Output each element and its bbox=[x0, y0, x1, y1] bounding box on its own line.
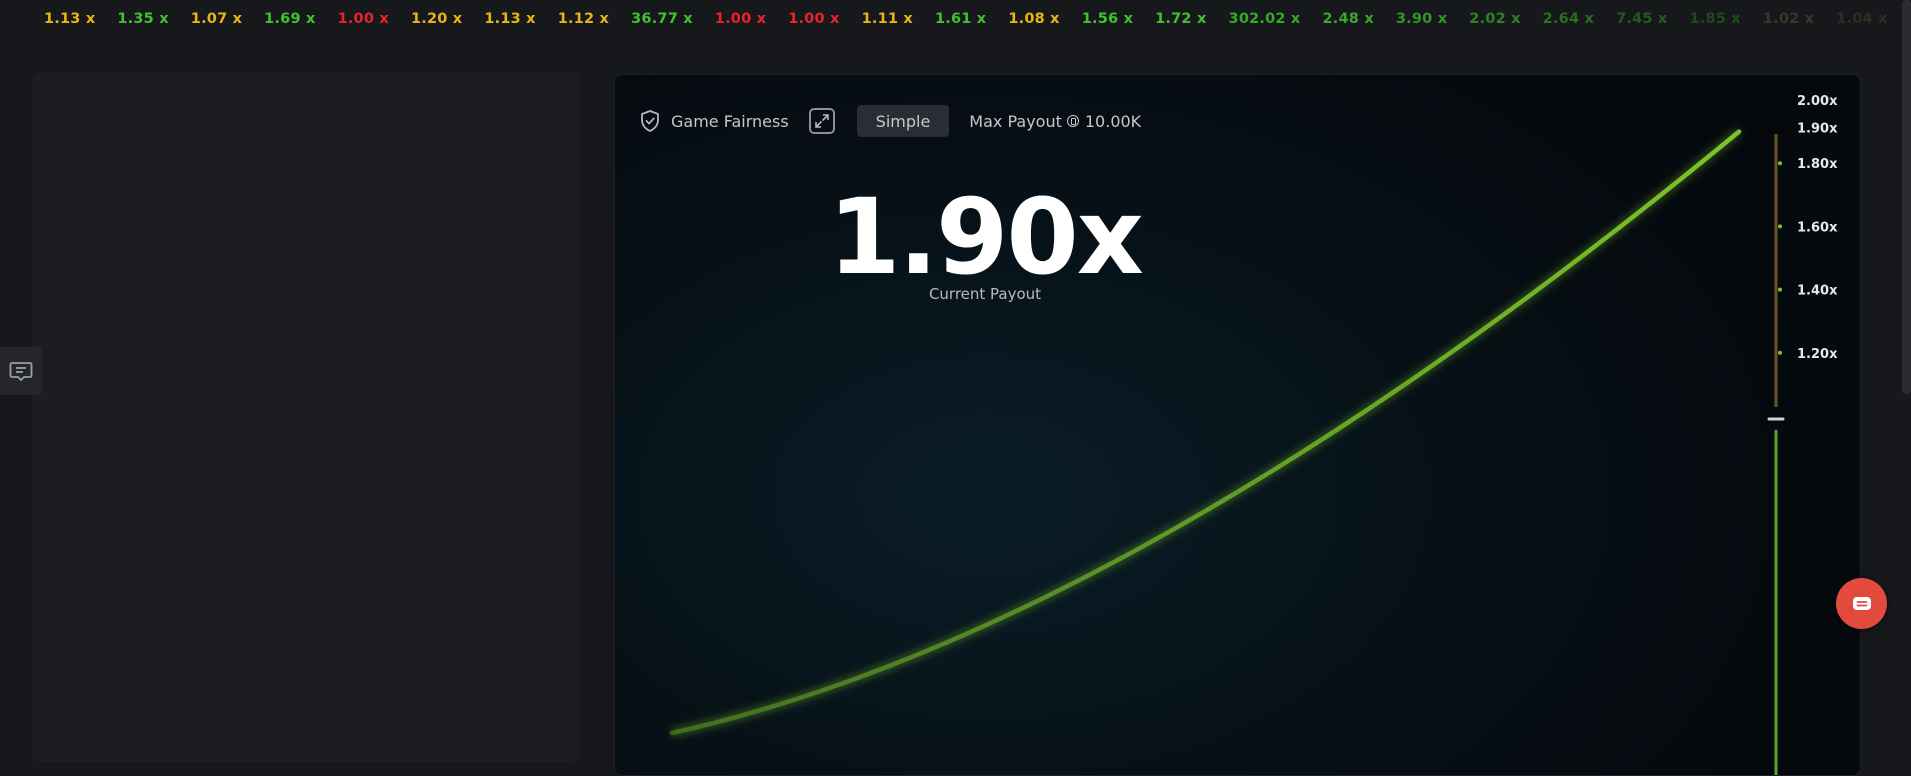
history-multiplier: 1.72 x bbox=[1155, 11, 1207, 27]
axis-tick-label: 1.80x bbox=[1797, 157, 1838, 172]
game-toolbar: Game Fairness Simple Max Payout 10.00K bbox=[639, 105, 1141, 137]
history-multiplier: 2.64 x bbox=[1542, 11, 1595, 27]
history-multiplier: 1.00 x bbox=[788, 11, 840, 27]
chat-toggle-button[interactable] bbox=[0, 347, 42, 395]
game-fairness-button[interactable]: Game Fairness bbox=[639, 109, 789, 133]
history-multiplier: 1.56 x bbox=[1081, 11, 1134, 27]
max-payout: Max Payout 10.00K bbox=[969, 112, 1141, 131]
axis-tick bbox=[1778, 224, 1782, 229]
multiplier-history-bar: 1.13 x 1.35 x 1.07 x 1.69 x 1.00 x 1.20 x 1.13… bbox=[0, 0, 1911, 38]
history-multiplier: 36.77 x bbox=[631, 11, 693, 27]
bet-panel bbox=[32, 72, 580, 762]
shield-check-icon bbox=[641, 110, 659, 132]
expand-arrows-icon bbox=[814, 114, 829, 128]
axis-tick-label: 1.40x bbox=[1797, 284, 1838, 299]
history-multiplier: 1.11 x bbox=[861, 11, 913, 27]
axis-tick bbox=[1778, 287, 1782, 292]
history-multiplier: 1.12 x bbox=[557, 11, 610, 27]
history-multiplier: 7.45 x bbox=[1616, 11, 1668, 27]
coin-icon bbox=[1066, 115, 1079, 127]
max-payout-label: Max Payout bbox=[969, 111, 1062, 131]
history-multiplier: 1.07 x bbox=[190, 11, 243, 27]
history-multiplier: 1.02 x bbox=[1762, 11, 1815, 27]
history-multiplier: 1.00 x bbox=[337, 11, 389, 27]
history-multiplier: 1.61 x bbox=[934, 11, 987, 27]
history-multiplier: 1.35 x bbox=[117, 11, 169, 27]
history-multiplier: 2.48 x bbox=[1322, 11, 1374, 27]
crash-game-area: 2.00x 1.90x 1.80x 1.60x 1.40x 1.20x Game Fair… bbox=[614, 74, 1861, 776]
page-scrollbar[interactable] bbox=[1902, 0, 1911, 394]
multiplier-chart: 2.00x 1.90x 1.80x 1.60x 1.40x 1.20x bbox=[669, 94, 1838, 775]
max-payout-value: 10.00K bbox=[1084, 111, 1142, 131]
axis-tick bbox=[1778, 350, 1782, 355]
history-multiplier: 2.02 x bbox=[1469, 11, 1521, 27]
history-multiplier: 1.04 x bbox=[1836, 11, 1888, 27]
axis-tick-label: 1.60x bbox=[1797, 220, 1838, 235]
current-multiplier: 1.90x bbox=[828, 176, 1144, 298]
support-chat-icon bbox=[1852, 596, 1871, 610]
history-multiplier: 1.69 x bbox=[264, 11, 316, 27]
axis-tick-label: 2.00x bbox=[1797, 94, 1838, 109]
simple-mode-button[interactable]: Simple bbox=[856, 105, 950, 137]
expand-button[interactable] bbox=[808, 108, 835, 134]
history-multiplier: 1.08 x bbox=[1008, 11, 1060, 27]
history-multiplier: 302.02 x bbox=[1228, 11, 1301, 27]
current-payout-label: Current Payout bbox=[928, 285, 1042, 303]
axis-tick bbox=[1778, 161, 1782, 166]
history-multiplier: 1.85 x bbox=[1689, 11, 1741, 27]
history-multiplier: 3.90 x bbox=[1395, 11, 1448, 27]
history-multiplier: 1.00 x bbox=[714, 11, 767, 27]
axis-tick-label: 1.90x bbox=[1797, 122, 1838, 137]
chat-bubble-icon bbox=[9, 362, 33, 382]
support-chat-button[interactable] bbox=[1836, 578, 1887, 629]
history-multiplier: 1.13 x bbox=[44, 11, 96, 27]
history-multiplier: 1.20 x bbox=[410, 11, 463, 27]
history-multiplier: 1.13 x bbox=[484, 11, 536, 27]
game-fairness-label: Game Fairness bbox=[671, 111, 789, 131]
axis-tick-label: 1.20x bbox=[1797, 347, 1838, 362]
